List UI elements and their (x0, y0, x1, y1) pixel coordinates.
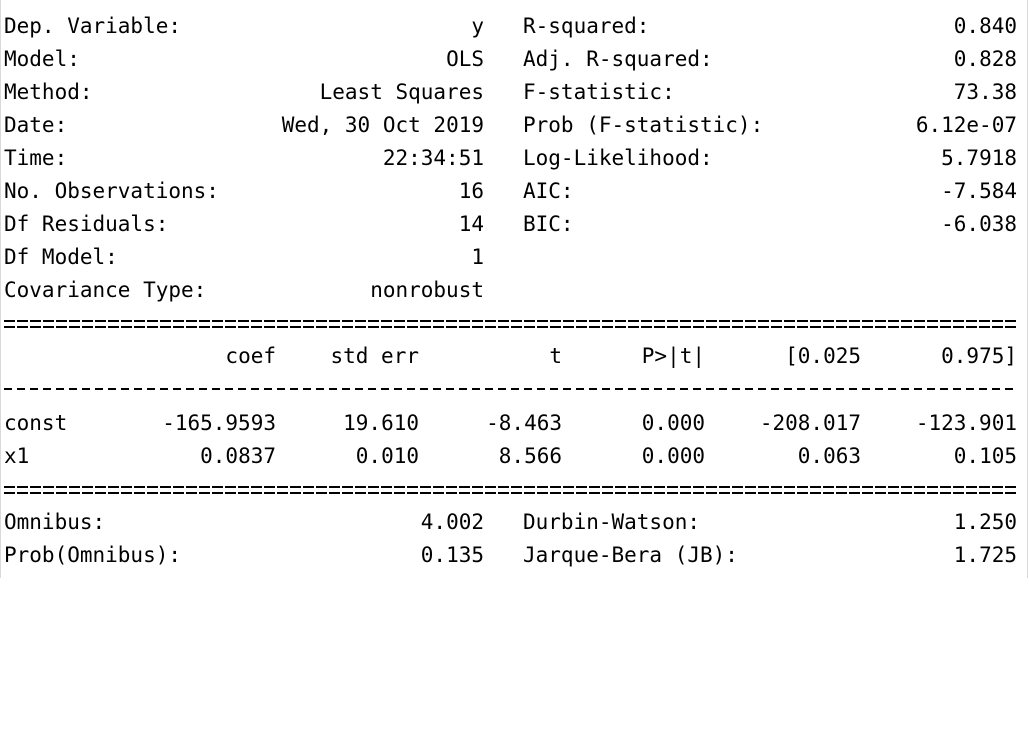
jarque-bera-label: Jarque-Bera (JB): (523, 543, 738, 567)
dep-variable-value: y (471, 14, 484, 38)
info-row: Time: 22:34:51 Log-Likelihood: 5.7918 (1, 142, 1017, 175)
log-likelihood-value: 5.7918 (941, 146, 1017, 170)
cell-ci-lower: 0.063 (797, 444, 861, 468)
durbin-watson-label: Durbin-Watson: (523, 510, 701, 534)
cell-ci-upper: 0.105 (953, 444, 1017, 468)
jarque-bera-value: 1.725 (953, 543, 1017, 567)
covariance-type-value: nonrobust (370, 278, 484, 302)
diagnostic-row: Prob(Omnibus): 0.135 Jarque-Bera (JB): 1… (1, 539, 1017, 572)
column-header-p-value: P>|t| (641, 344, 705, 368)
info-row: Dep. Variable: y R-squared: 0.840 (1, 10, 1017, 43)
row-name: x1 (4, 444, 30, 468)
model-value: OLS (446, 47, 484, 71)
info-row: Model: OLS Adj. R-squared: 0.828 (1, 43, 1017, 76)
table-row: const -165.9593 19.610 -8.463 0.000 -208… (1, 407, 1017, 440)
aic-label: AIC: (523, 179, 574, 203)
info-row: Df Residuals: 14 BIC: -6.038 (1, 208, 1017, 241)
omnibus-value: 4.002 (420, 510, 484, 534)
bic-label: BIC: (523, 212, 574, 236)
f-statistic-value: 73.38 (953, 80, 1017, 104)
double-rule-divider (4, 483, 1018, 503)
covariance-type-label: Covariance Type: (4, 278, 207, 302)
adj-r-squared-label: Adj. R-squared: (523, 47, 713, 71)
omnibus-label: Omnibus: (4, 510, 106, 534)
cell-p-value: 0.000 (641, 411, 705, 435)
df-residuals-value: 14 (458, 212, 484, 236)
time-label: Time: (4, 146, 68, 170)
info-row: No. Observations: 16 AIC: -7.584 (1, 175, 1017, 208)
cell-coef: 0.0837 (200, 444, 276, 468)
column-header-std-err: std err (330, 344, 419, 368)
date-label: Date: (4, 113, 68, 137)
prob-f-statistic-label: Prob (F-statistic): (523, 113, 764, 137)
bic-value: -6.038 (941, 212, 1017, 236)
prob-omnibus-label: Prob(Omnibus): (4, 543, 182, 567)
no-observations-label: No. Observations: (4, 179, 219, 203)
column-header-ci-upper: 0.975] (941, 344, 1017, 368)
aic-value: -7.584 (941, 179, 1017, 203)
no-observations-value: 16 (458, 179, 484, 203)
regression-summary: Dep. Variable: y R-squared: 0.840 Model:… (0, 0, 1028, 578)
adj-r-squared-value: 0.828 (953, 47, 1017, 71)
table-row: x1 0.0837 0.010 8.566 0.000 0.063 0.105 (1, 440, 1017, 473)
cell-ci-upper: -123.901 (915, 411, 1017, 435)
dep-variable-label: Dep. Variable: (4, 14, 182, 38)
model-label: Model: (4, 47, 80, 71)
log-likelihood-label: Log-Likelihood: (523, 146, 713, 170)
cell-ci-lower: -208.017 (759, 411, 861, 435)
cell-t: 8.566 (498, 444, 562, 468)
info-row: Df Model: 1 (1, 241, 484, 274)
method-value: Least Squares (319, 80, 484, 104)
table-header-row: coef std err t P>|t| [0.025 0.975] (1, 340, 1017, 373)
dashed-rule-divider (4, 384, 1018, 394)
f-statistic-label: F-statistic: (523, 80, 675, 104)
column-header-t: t (549, 344, 562, 368)
time-value: 22:34:51 (382, 146, 484, 170)
info-row: Date: Wed, 30 Oct 2019 Prob (F-statistic… (1, 109, 1017, 142)
info-row: Covariance Type: nonrobust (1, 274, 484, 307)
prob-omnibus-value: 0.135 (420, 543, 484, 567)
method-label: Method: (4, 80, 93, 104)
row-name: const (4, 411, 68, 435)
info-row: Method: Least Squares F-statistic: 73.38 (1, 76, 1017, 109)
cell-p-value: 0.000 (641, 444, 705, 468)
cell-coef: -165.9593 (162, 411, 276, 435)
diagnostic-row: Omnibus: 4.002 Durbin-Watson: 1.250 (1, 506, 1017, 539)
df-residuals-label: Df Residuals: (4, 212, 169, 236)
cell-std-err: 19.610 (343, 411, 419, 435)
double-rule-divider (4, 317, 1018, 337)
cell-t: -8.463 (486, 411, 562, 435)
column-header-ci-lower: [0.025 (785, 344, 861, 368)
column-header-coef: coef (225, 344, 276, 368)
durbin-watson-value: 1.250 (953, 510, 1017, 534)
cell-std-err: 0.010 (355, 444, 419, 468)
r-squared-label: R-squared: (523, 14, 650, 38)
df-model-label: Df Model: (4, 245, 118, 269)
date-value: Wed, 30 Oct 2019 (281, 113, 484, 137)
r-squared-value: 0.840 (953, 14, 1017, 38)
df-model-value: 1 (471, 245, 484, 269)
prob-f-statistic-value: 6.12e-07 (915, 113, 1017, 137)
